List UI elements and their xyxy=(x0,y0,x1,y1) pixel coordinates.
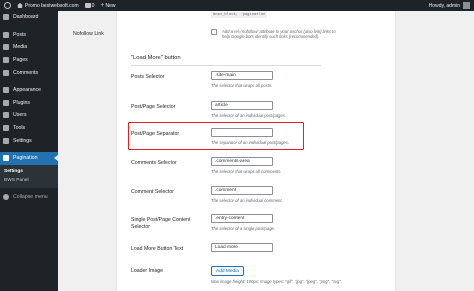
load-more-text-label: Load More Button Text xyxy=(131,246,184,252)
sidebar-item-label: Appearance xyxy=(13,87,41,94)
new-content-link[interactable]: + New xyxy=(97,0,118,11)
post-page-selector-desc: The selector of an individual post/pages… xyxy=(211,113,286,118)
comment-icon xyxy=(3,69,9,76)
sidebar-item-label: Posts xyxy=(13,31,26,38)
sidebar-item-label: Settings xyxy=(13,137,32,144)
nofollow-checkbox[interactable] xyxy=(211,29,217,35)
nofollow-label: Nofollow Link xyxy=(73,31,104,37)
comment-selector-desc: The selector of an individual comment. xyxy=(211,198,283,203)
submenu-item-bws-panel[interactable]: BWS Panel xyxy=(0,176,58,185)
post-page-selector-input[interactable]: article xyxy=(211,101,273,110)
content-selector-desc: The selector of a single post/page. xyxy=(211,226,276,231)
media-icon xyxy=(3,44,9,51)
sidebar-item-pages[interactable]: Pages xyxy=(0,54,58,67)
load-more-text-input[interactable]: Load more xyxy=(211,243,273,252)
posts-selector-input[interactable]: .site-main xyxy=(211,71,273,80)
home-icon xyxy=(17,3,23,8)
sidebar-item-label: Dashboard xyxy=(13,14,39,21)
plus-icon: + xyxy=(100,2,105,9)
brush-icon xyxy=(3,87,9,94)
nofollow-description: Add a rel='nofollow' attribute to your a… xyxy=(222,29,336,40)
pin-icon xyxy=(3,31,9,38)
sidebar-item-tools[interactable]: Tools xyxy=(0,122,58,135)
content-selector-input[interactable]: .entry-content xyxy=(211,214,273,223)
comment-selector-input[interactable]: .comment xyxy=(211,186,273,195)
user-icon xyxy=(3,112,9,119)
avatar[interactable] xyxy=(463,2,470,9)
pagination-selector-code: #nav_block, .paginatlon xyxy=(211,12,268,18)
sidebar-item-comments[interactable]: Comments xyxy=(0,66,58,79)
sidebar-item-label: Users xyxy=(13,112,27,119)
comments-selector-input[interactable]: .comments-area xyxy=(211,157,273,166)
collapse-arrow-icon xyxy=(3,193,9,200)
sidebar-item-plugins[interactable]: Plugins xyxy=(0,97,58,110)
content-selector-label: Single Post/Page Content Selector xyxy=(131,217,191,230)
wp-logo-icon[interactable] xyxy=(0,0,14,11)
sidebar-item-settings[interactable]: Settings xyxy=(0,134,58,147)
sidebar-item-posts[interactable]: Posts xyxy=(0,29,58,42)
site-name: Promo bestwebsoft.com xyxy=(25,2,79,9)
comment-selector-label: Comment Selector xyxy=(131,189,174,195)
highlight-box xyxy=(128,122,304,150)
sidebar-item-label: Comments xyxy=(13,69,39,76)
plug-icon xyxy=(3,99,9,106)
dashboard-icon xyxy=(3,14,9,21)
pagination-icon xyxy=(3,155,9,162)
loader-image-desc: Max image height: 100px; Image types: "g… xyxy=(211,279,343,284)
load-more-section-title: "Load More" button xyxy=(131,55,321,66)
new-label: New xyxy=(105,2,116,9)
sidebar-item-appearance[interactable]: Appearance xyxy=(0,84,58,97)
posts-selector-desc: The selector that wraps all posts. xyxy=(211,83,273,88)
comments-count: 0 xyxy=(91,2,95,9)
sidebar-item-label: Pages xyxy=(13,57,28,64)
add-media-button[interactable]: Add Media xyxy=(211,266,244,276)
comments-selector-desc: The selector that wraps all comments. xyxy=(211,169,282,174)
admin-sidebar: Dashboard Posts Media Pages Comments App… xyxy=(0,11,58,291)
sidebar-item-label: Media xyxy=(13,44,28,51)
page-icon xyxy=(3,57,9,64)
user-greeting[interactable]: Howdy, admin xyxy=(429,3,460,9)
sidebar-item-label: Plugins xyxy=(13,99,31,106)
collapse-menu-button[interactable]: Collapse menu xyxy=(0,191,58,204)
comment-bubble-icon xyxy=(84,3,91,8)
pagination-submenu: Settings BWS Panel xyxy=(0,164,58,188)
submenu-item-settings[interactable]: Settings xyxy=(0,167,58,176)
wrench-icon xyxy=(3,125,9,132)
sidebar-item-media[interactable]: Media xyxy=(0,41,58,54)
settings-icon xyxy=(3,137,9,144)
sidebar-item-users[interactable]: Users xyxy=(0,109,58,122)
site-name-link[interactable]: Promo bestwebsoft.com xyxy=(14,0,82,11)
admin-bar: Promo bestwebsoft.com 0 + New Howdy, adm… xyxy=(0,0,474,11)
sidebar-item-pagination[interactable]: Pagination xyxy=(0,151,58,165)
sidebar-item-dashboard[interactable]: Dashboard xyxy=(0,11,58,24)
sidebar-item-label: Tools xyxy=(13,125,26,132)
comments-selector-label: Comments Selector xyxy=(131,160,177,166)
comments-link[interactable]: 0 xyxy=(82,0,98,11)
post-page-selector-label: Post/Page Selector xyxy=(131,104,176,110)
collapse-label: Collapse menu xyxy=(13,193,48,200)
loader-image-label: Loader Image xyxy=(131,268,164,274)
sidebar-item-label: Pagination xyxy=(13,155,38,162)
posts-selector-label: Posts Selector xyxy=(131,74,165,80)
